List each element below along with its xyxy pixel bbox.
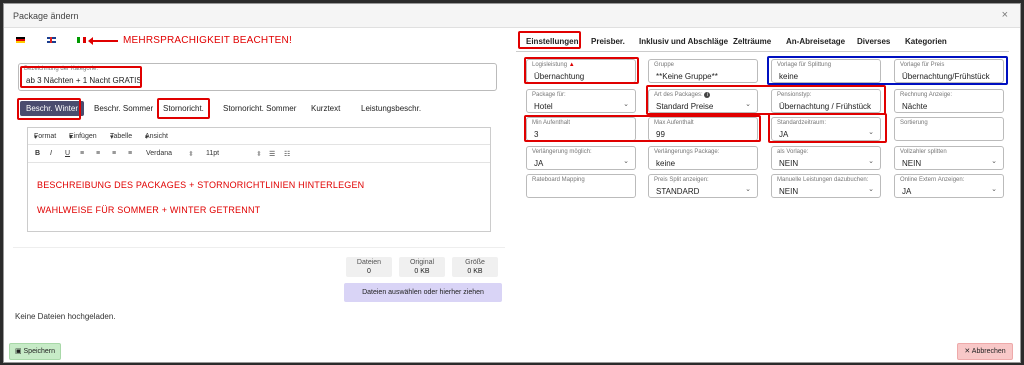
bold-icon[interactable]: B [35,150,40,157]
category-value: ab 3 Nächten + 1 Nacht GRATIS [26,76,142,85]
close-icon[interactable]: × [1002,9,1008,21]
editor-line-2: WAHLWEISE FÜR SOMMER + WINTER GETRENNT [37,205,261,215]
tab-stornoricht[interactable]: Stornoricht. [163,104,204,113]
menu-ansicht[interactable]: Ansicht ▾ [145,133,168,141]
align-center-icon[interactable]: ≡ [96,150,100,157]
rechnung-anzeige-field[interactable]: Rechnung Anzeige: Nächte [894,89,1004,113]
save-icon: ▣ [14,348,24,355]
stat-original: Original 0 KB [399,257,445,277]
tab-diverses[interactable]: Diverses [857,37,890,46]
als-vorlage-select[interactable]: als Vorlage: NEIN ⌄ [771,146,881,170]
divider [13,247,505,248]
category-field[interactable]: Bezeichnung der Kategorie: ab 3 Nächten … [18,63,497,91]
tab-stornoricht-sommer[interactable]: Stornoricht. Sommer [223,104,296,113]
stat-groesse: Größe 0 KB [452,257,498,277]
annotation-note: MEHRSPRACHIGKEIT BEACHTEN! [123,35,292,46]
tab-zeltraeume[interactable]: Zelträume [733,37,771,46]
max-aufenthalt-field[interactable]: Max Aufenthalt 99 [648,117,758,141]
tab-an-abreisetage[interactable]: An-Abreisetage [786,37,845,46]
verlaengerungs-package-field[interactable]: Verlängerungs Package: keine [648,146,758,170]
chevron-down-icon: ⌄ [868,129,874,136]
menu-tabelle[interactable]: Tabelle ▾ [110,133,132,141]
package-fuer-select[interactable]: Package für: Hotel ⌄ [526,89,636,113]
min-aufenthalt-field[interactable]: Min Aufenthalt 3 [526,117,636,141]
tab-kurztext[interactable]: Kurztext [311,104,340,113]
tab-leistungsbeschr[interactable]: Leistungsbeschr. [361,104,421,113]
annotation-arrow [88,37,118,45]
flag-uk-icon[interactable] [47,37,56,43]
tabs-divider [516,51,1009,52]
rateboard-mapping-field[interactable]: Rateboard Mapping [526,174,636,198]
online-extern-select[interactable]: Online Extern Anzeigen: JA ⌄ [894,174,1004,198]
editor-line-1: BESCHREIBUNG DES PACKAGES + STORNORICHTL… [37,180,365,190]
upload-button[interactable]: Dateien auswählen oder hierher ziehen [344,283,502,302]
flag-de-icon[interactable] [16,37,25,43]
menu-einfuegen[interactable]: Einfügen ▾ [69,133,97,141]
save-button[interactable]: ▣ Speichern [9,343,61,360]
chevron-down-icon: ⌄ [623,101,629,108]
preis-split-select[interactable]: Preis Split anzeigen: STANDARD ⌄ [648,174,758,198]
tab-kategorien[interactable]: Kategorien [905,37,947,46]
flag-it-icon[interactable] [77,37,86,43]
gruppe-field[interactable]: Gruppe **Keine Gruppe** [648,59,758,83]
dialog-title: Package ändern [13,11,79,21]
art-package-select[interactable]: Art des Packages: i Standard Preise ⌄ [648,89,758,113]
align-justify-icon[interactable]: ≡ [128,150,132,157]
align-left-icon[interactable]: ≡ [80,150,84,157]
font-chevron-icon: ⬍ [188,151,194,158]
cancel-icon: ✕ [964,348,972,355]
align-right-icon[interactable]: ≡ [112,150,116,157]
standardzeitraum-select[interactable]: Standardzeitraum: JA ⌄ [771,117,881,141]
dialog-header: Package ändern × [4,4,1020,28]
stat-dateien: Dateien 0 [346,257,392,277]
underline-icon[interactable]: U [65,150,70,157]
numbered-list-icon[interactable]: ☷ [284,150,290,158]
warning-icon: ▲ [568,62,575,68]
chevron-down-icon: ⌄ [745,186,751,193]
chevron-down-icon: ⌄ [991,158,997,165]
tab-beschr-sommer[interactable]: Beschr. Sommer [94,104,153,113]
pensionstyp-field[interactable]: Pensionstyp: Übernachtung / Frühstück [771,89,881,113]
vorlage-splittung-field[interactable]: Vorlage für Splittung keine [771,59,881,83]
manuelle-leistungen-select[interactable]: Manuelle Leistungen dazubuchen: NEIN ⌄ [771,174,881,198]
menu-format[interactable]: Format ▾ [34,133,56,141]
rich-text-editor[interactable]: Format ▾ Einfügen ▾ Tabelle ▾ Ansicht ▾ … [27,127,491,232]
bullet-list-icon[interactable]: ☰ [269,150,275,158]
tab-einstellungen[interactable]: Einstellungen [526,37,578,46]
cancel-button[interactable]: ✕ Abbrechen [957,343,1013,360]
info-icon: i [704,92,711,98]
chevron-down-icon: ⌄ [623,158,629,165]
chevron-down-icon: ⌄ [745,101,751,108]
size-chevron-icon: ⬍ [256,151,262,158]
verlaengerung-moeglich-select[interactable]: Verlängerung möglich: JA ⌄ [526,146,636,170]
tab-beschr-winter[interactable]: Beschr. Winter [20,101,85,116]
category-label: Bezeichnung der Kategorie: [24,66,99,72]
italic-icon[interactable]: I [50,150,52,157]
tab-inklusiv[interactable]: Inklusiv und Abschläge [639,37,728,46]
chevron-down-icon: ⌄ [868,186,874,193]
vorlage-preis-field[interactable]: Vorlage für Preis Übernachtung/Frühstück [894,59,1004,83]
no-files-text: Keine Dateien hochgeladen. [15,312,116,321]
chevron-down-icon: ⌄ [991,186,997,193]
sortierung-field[interactable]: Sortierung [894,117,1004,141]
vollzahler-splitten-select[interactable]: Vollzahler splitten NEIN ⌄ [894,146,1004,170]
chevron-down-icon: ⌄ [868,158,874,165]
tab-preisber[interactable]: Preisber. [591,37,625,46]
logisleistung-field[interactable]: Logisleistung ▲ Übernachtung [526,59,636,83]
